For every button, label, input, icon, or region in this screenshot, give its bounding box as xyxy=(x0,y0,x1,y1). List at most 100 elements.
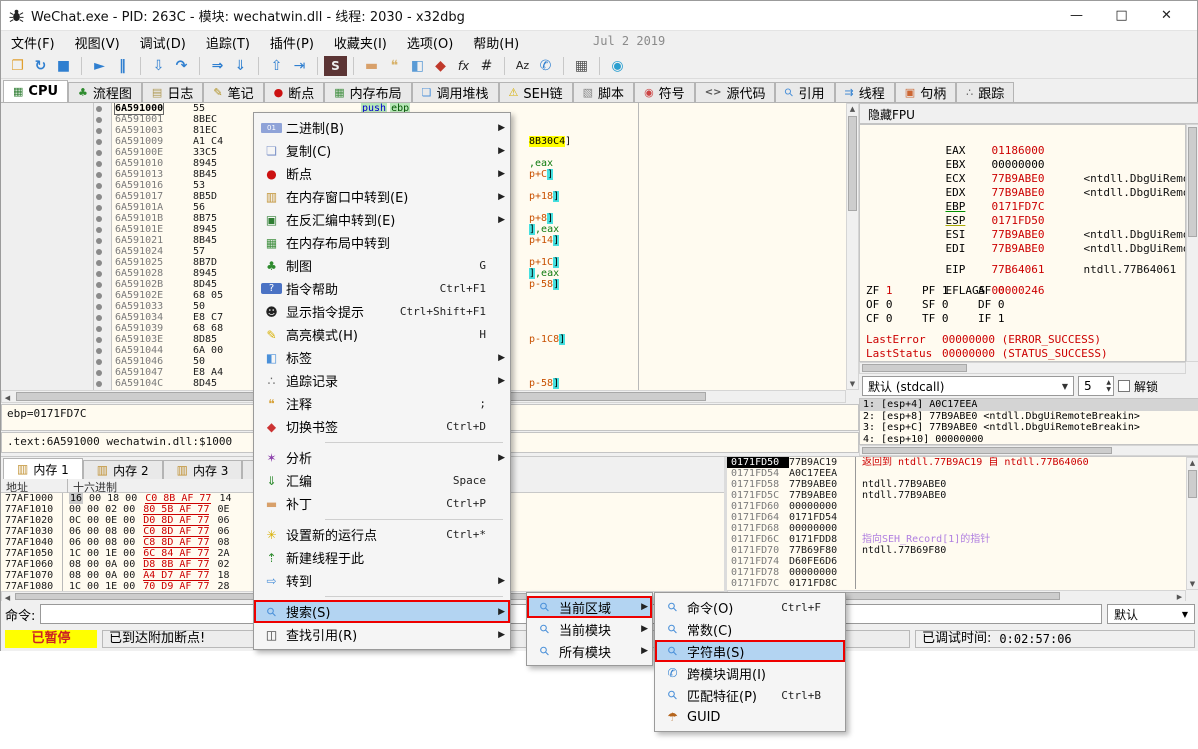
functions-icon[interactable]: fx xyxy=(452,56,475,76)
menubar-item[interactable]: 视图(V) xyxy=(65,31,130,54)
bookmarks-icon[interactable]: ◆ xyxy=(429,56,452,76)
tab-script[interactable]: ▧ 脚本 xyxy=(573,82,634,102)
menu-instruction-help[interactable]: ? 指令帮助 Ctrl+F1 xyxy=(254,277,510,300)
breakpoint-dot-icon[interactable] xyxy=(96,304,102,310)
disasm-vertical-scrollbar[interactable]: ▲▼ xyxy=(846,103,859,390)
menu-follow-in-disasm[interactable]: ▣ 在反汇编中转到(E) ▶ xyxy=(254,208,510,231)
breakpoint-dot-icon[interactable] xyxy=(96,172,102,178)
maximize-button[interactable]: □ xyxy=(1099,8,1144,23)
breakpoint-dot-icon[interactable] xyxy=(96,183,102,189)
script-icon[interactable]: S xyxy=(324,56,347,76)
menu-comment[interactable]: ❝ 注释 ; xyxy=(254,392,510,415)
strings-icon[interactable]: Az xyxy=(511,56,534,76)
toolbar-icon[interactable] xyxy=(311,57,318,75)
breakpoint-dot-icon[interactable] xyxy=(96,227,102,233)
tab-references[interactable]: ⚲ 引用 xyxy=(775,82,834,102)
arguments-scrollbar[interactable] xyxy=(859,445,1198,456)
stack-row[interactable]: 0171FD64 0171FD54 xyxy=(727,512,1186,523)
attach-icon[interactable]: ⇥ xyxy=(288,56,311,76)
tab-log[interactable]: ▤ 日志 xyxy=(142,82,203,102)
tab-dump-3[interactable]: ▥ 内存 3 xyxy=(163,460,243,479)
toolbar-icon[interactable] xyxy=(347,57,354,75)
stack-row[interactable]: 0171FD70 77B69F80 ntdll.77B69F80 xyxy=(727,545,1186,556)
tab-breakpoints[interactable]: ● 断点 xyxy=(264,82,325,102)
breakpoint-dot-icon[interactable] xyxy=(96,293,102,299)
hide-fpu-button[interactable]: 隐藏FPU xyxy=(859,103,1198,124)
labels-icon[interactable]: ◧ xyxy=(406,56,429,76)
registers-vertical-scrollbar[interactable] xyxy=(1186,124,1198,362)
menu-new-thread-here[interactable]: ⇡ 新建线程于此 xyxy=(254,546,510,569)
menu-follow-in-memmap[interactable]: ▦ 在内存布局中转到 xyxy=(254,231,510,254)
registers-horizontal-scrollbar[interactable] xyxy=(859,362,1186,374)
menu-find-references[interactable]: ◫ 查找引用(R) ▶ xyxy=(254,623,510,646)
tab-notes[interactable]: ✎ 笔记 xyxy=(203,82,263,102)
submenu-intermodular-calls[interactable]: ✆ 跨模块调用(I) xyxy=(655,662,845,684)
intermodular-calls-icon[interactable]: ✆ xyxy=(534,56,557,76)
calculator-icon[interactable]: ▦ xyxy=(570,56,593,76)
run-until-icon[interactable]: ⇧ xyxy=(265,56,288,76)
call-argument-row[interactable]: 2: [esp+8] 77B9ABE0 <ntdll.DbgUiRemoteBr… xyxy=(860,411,1198,423)
stack-row[interactable]: 0171FD74 D60FE6D6 xyxy=(727,556,1186,567)
toolbar-icon[interactable] xyxy=(557,57,564,75)
internet-icon[interactable]: ◉ xyxy=(606,56,629,76)
breakpoint-dot-icon[interactable] xyxy=(96,337,102,343)
menu-toggle-bookmark[interactable]: ◆ 切换书签 Ctrl+D xyxy=(254,415,510,438)
breakpoint-dot-icon[interactable] xyxy=(96,205,102,211)
menu-copy[interactable]: ❏ 复制(C) ▶ xyxy=(254,139,510,162)
breakpoint-dot-icon[interactable] xyxy=(96,161,102,167)
tab-dump-2[interactable]: ▥ 内存 2 xyxy=(83,460,163,479)
tab-call-stack[interactable]: ❏ 调用堆栈 xyxy=(412,82,499,102)
tab-source[interactable]: <> 源代码 xyxy=(695,82,776,102)
menubar-item[interactable]: 调试(D) xyxy=(130,31,196,54)
breakpoint-dot-icon[interactable] xyxy=(96,139,102,145)
breakpoint-dot-icon[interactable] xyxy=(96,194,102,200)
stack-row[interactable]: 0171FD78 00000000 xyxy=(727,567,1186,578)
unlock-checkbox[interactable]: 解锁 xyxy=(1118,378,1158,395)
menu-item[interactable] xyxy=(254,438,510,446)
tab-cpu[interactable]: ▦ CPU xyxy=(3,80,68,102)
breakpoint-dot-icon[interactable] xyxy=(96,260,102,266)
menubar-item[interactable]: 帮助(H) xyxy=(463,31,529,54)
menubar-item[interactable]: 追踪(T) xyxy=(196,31,260,54)
menu-search[interactable]: ⚲ 搜索(S) ▶ xyxy=(254,600,510,623)
call-argument-row[interactable]: 1: [esp+4] A0C17EEA xyxy=(860,399,1198,411)
submenu-command[interactable]: ⚲ 命令(O) Ctrl+F xyxy=(655,596,845,618)
breakpoint-dot-icon[interactable] xyxy=(96,381,102,387)
menu-show-mnemonic-brief[interactable]: ☻ 显示指令提示 Ctrl+Shift+F1 xyxy=(254,300,510,323)
toolbar-icon[interactable] xyxy=(75,57,82,75)
stack-row[interactable]: 0171FD58 77B9ABE0 ntdll.77B9ABE0 xyxy=(727,479,1186,490)
submenu-current-region[interactable]: ⚲ 当前区域 ▶ xyxy=(527,596,652,618)
menu-label[interactable]: ◧ 标签 ▶ xyxy=(254,346,510,369)
menu-graph[interactable]: ♣ 制图 G xyxy=(254,254,510,277)
command-profile-select[interactable]: 默认▼ xyxy=(1107,604,1195,624)
breakpoint-dot-icon[interactable] xyxy=(96,315,102,321)
step-into-icon[interactable]: ⇩ xyxy=(147,56,170,76)
tab-threads[interactable]: ⇉ 线程 xyxy=(835,82,895,102)
submenu-current-module[interactable]: ⚲ 当前模块 ▶ xyxy=(527,618,652,640)
stack-row[interactable]: 0171FD7C 0171FD8C xyxy=(727,578,1186,589)
menu-goto[interactable]: ⇨ 转到 ▶ xyxy=(254,569,510,592)
breakpoint-dot-icon[interactable] xyxy=(96,238,102,244)
breakpoint-dot-icon[interactable] xyxy=(96,216,102,222)
pause-icon[interactable]: ‖ xyxy=(111,56,134,76)
toolbar-icon[interactable] xyxy=(252,57,259,75)
step-out-icon[interactable]: ⇓ xyxy=(229,56,252,76)
submenu-constant[interactable]: ⚲ 常数(C) xyxy=(655,618,845,640)
run-icon[interactable]: ► xyxy=(88,56,111,76)
stack-row[interactable]: 0171FD54 A0C17EEA xyxy=(727,468,1186,479)
toolbar-icon[interactable] xyxy=(498,57,505,75)
argument-count-stepper[interactable]: 5▲▼ xyxy=(1078,376,1114,396)
calling-convention-select[interactable]: 默认 (stdcall)▼ xyxy=(862,376,1074,396)
tab-seh[interactable]: ⚠ SEH链 xyxy=(499,82,573,102)
submenu-string[interactable]: ⚲ 字符串(S) xyxy=(655,640,845,662)
breakpoint-dot-icon[interactable] xyxy=(96,106,102,112)
stack-row[interactable]: 0171FD50 77B9AC19 返回到 ntdll.77B9AC19 自 n… xyxy=(727,457,1186,468)
patch-icon[interactable]: ▬ xyxy=(360,56,383,76)
breakpoint-dot-icon[interactable] xyxy=(96,150,102,156)
breakpoint-dot-icon[interactable] xyxy=(96,249,102,255)
menu-binary[interactable]: 01 二进制(B) ▶ xyxy=(254,116,510,139)
stack-row[interactable]: 0171FD6C 0171FDD8 指向SEH_Record[1]的指针 xyxy=(727,534,1186,545)
register-row[interactable]: EAX01186000 xyxy=(866,130,1179,144)
tab-memory-map[interactable]: ▦ 内存布局 xyxy=(324,82,411,102)
call-argument-row[interactable]: 4: [esp+10] 00000000 xyxy=(860,434,1198,446)
